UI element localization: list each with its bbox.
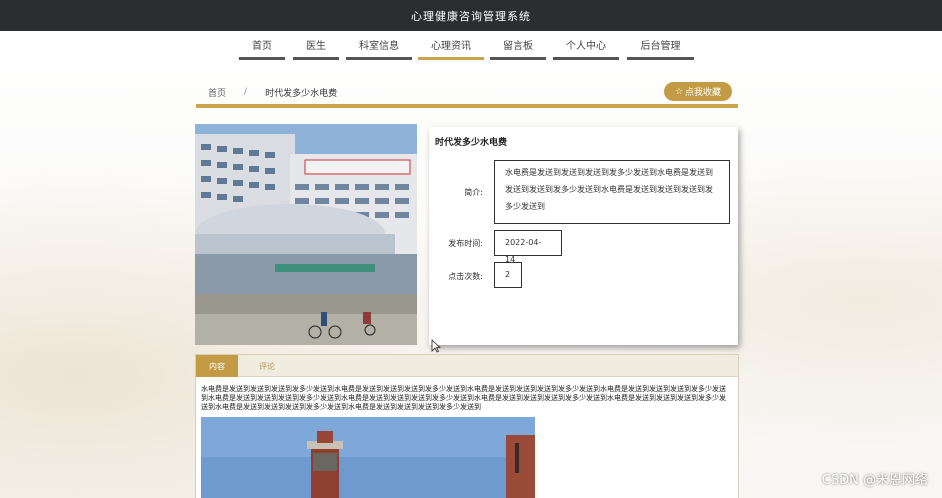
content-tabs: 内容 评论 <box>196 355 738 377</box>
star-outline-icon: ☆ <box>674 86 684 97</box>
tab-comments[interactable]: 评论 <box>246 355 288 377</box>
nav-item-personal-center[interactable]: 个人中心 <box>553 40 619 60</box>
collect-button-label: 点我收藏 <box>685 88 722 98</box>
click-count-field: 2 <box>494 262 522 288</box>
collect-button[interactable]: ☆ 点我收藏 <box>664 82 732 101</box>
breadcrumb-separator: / <box>244 87 248 97</box>
nav-item-home[interactable]: 首页 <box>239 40 285 60</box>
app-title: 心理健康咨询管理系统 <box>411 9 531 23</box>
nav-item-message-board[interactable]: 留言板 <box>490 40 546 60</box>
breadcrumb-current: 时代发多少水电费 <box>265 88 338 99</box>
article-cover-image <box>195 124 417 345</box>
top-bar: 心理健康咨询管理系统 <box>0 0 942 31</box>
summary-label: 简介: <box>464 188 483 197</box>
article-title: 时代发多少水电费 <box>435 138 508 148</box>
breadcrumb-home[interactable]: 首页 <box>208 86 226 99</box>
nav-item-departments[interactable]: 科室信息 <box>346 40 412 60</box>
summary-field: 水电费是发送到发送到发送到发多少发送到水电费是发送到发送到发送到发多少发送到水电… <box>494 160 730 224</box>
publish-time-label: 发布时间: <box>448 239 483 248</box>
nav-item-doctors[interactable]: 医生 <box>293 40 339 60</box>
article-body-image <box>201 417 535 498</box>
content-panel: 内容 评论 水电费是发送到发送到发送到发多少发送到水电费是发送到发送到发送到发多… <box>195 354 739 498</box>
mouse-cursor-icon <box>431 339 442 356</box>
article-body-text: 水电费是发送到发送到发送到发多少发送到水电费是发送到发送到发送到发多少发送到水电… <box>201 385 726 411</box>
breadcrumb: 首页 / 时代发多少水电费 ☆ 点我收藏 <box>196 80 738 108</box>
tab-content[interactable]: 内容 <box>196 355 238 377</box>
article-info-card: 时代发多少水电费 简介: 水电费是发送到发送到发送到发多少发送到水电费是发送到发… <box>429 127 738 345</box>
main-nav: 首页 医生 科室信息 心理资讯 留言板 个人中心 后台管理 <box>0 31 942 71</box>
click-count-label: 点击次数: <box>448 272 483 281</box>
nav-item-admin[interactable]: 后台管理 <box>627 40 694 60</box>
nav-item-psych-news[interactable]: 心理资讯 <box>418 40 484 60</box>
publish-time-field: 2022-04-14 <box>494 230 562 264</box>
watermark: CSDN @米恩网络 <box>821 473 928 488</box>
